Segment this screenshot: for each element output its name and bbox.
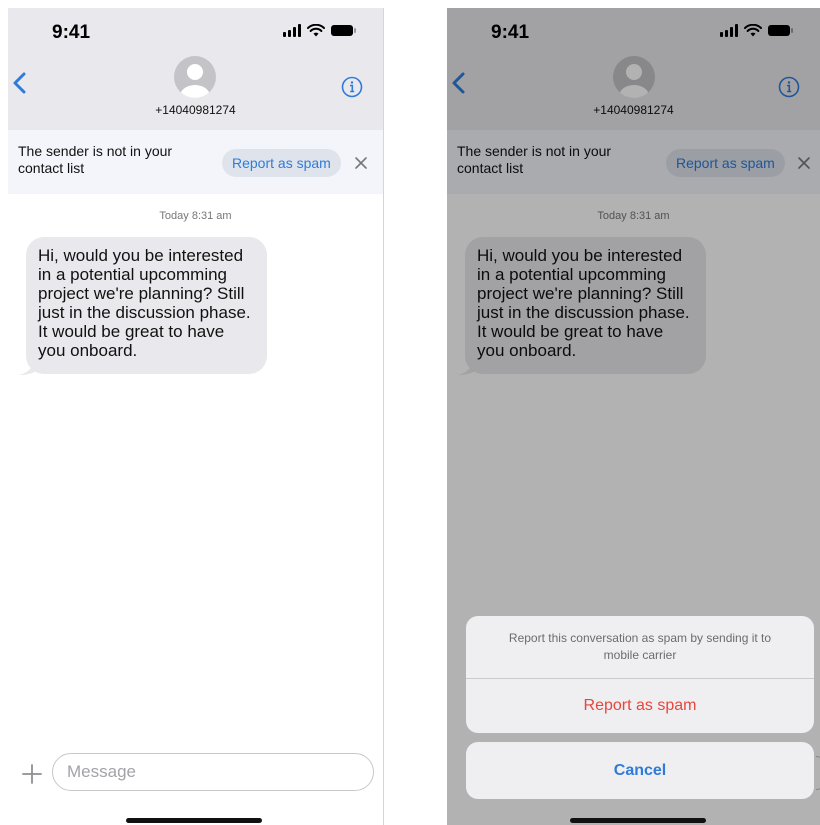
report-spam-button[interactable]: Report as spam: [222, 149, 341, 177]
contact-number[interactable]: +14040981274: [8, 103, 383, 117]
plus-icon[interactable]: [22, 764, 42, 784]
messages-screen: 9:41 +14040981274 The sender is not in y…: [8, 8, 384, 825]
close-icon[interactable]: [354, 156, 368, 170]
action-sheet: Report this conversation as spam by send…: [466, 616, 814, 733]
action-sheet-message: Report this conversation as spam by send…: [508, 631, 772, 662]
status-icons: [283, 24, 356, 37]
avatar-icon[interactable]: [174, 56, 216, 98]
home-indicator[interactable]: [570, 818, 706, 823]
chevron-left-icon[interactable]: [10, 68, 30, 98]
signal-icon: [283, 24, 301, 37]
cancel-button[interactable]: Cancel: [466, 742, 814, 799]
battery-icon: [331, 25, 356, 36]
message-timestamp: Today 8:31 am: [159, 210, 232, 222]
unknown-sender-banner: The sender is not in your contact list R…: [8, 130, 383, 194]
messages-screen-with-sheet: 9:41 +14040981274 The sender is not in y…: [447, 8, 820, 825]
message-bubble[interactable]: Hi, would you be interested in a potenti…: [26, 237, 267, 374]
status-time: 9:41: [52, 22, 91, 43]
info-icon[interactable]: [341, 76, 363, 98]
home-indicator[interactable]: [126, 818, 262, 823]
banner-text: The sender is not in your contact list: [18, 143, 173, 176]
message-input[interactable]: [52, 753, 374, 791]
conversation-header: 9:41 +14040981274: [8, 8, 383, 130]
wifi-icon: [307, 24, 325, 37]
confirm-report-spam-button[interactable]: Report as spam: [466, 679, 814, 733]
